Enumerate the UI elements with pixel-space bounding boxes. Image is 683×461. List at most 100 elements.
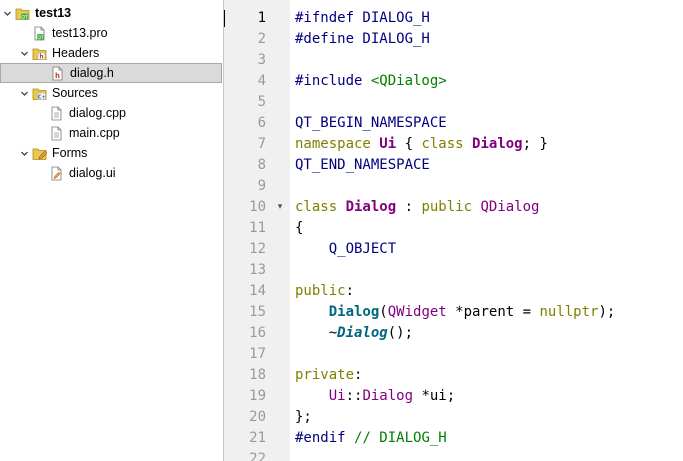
code-token: Dialog xyxy=(362,388,414,404)
text-cursor xyxy=(224,10,225,27)
code-token: #endif xyxy=(295,430,355,446)
code-token: // DIALOG_H xyxy=(354,430,447,446)
tree-folder-row[interactable]: Forms xyxy=(0,143,222,163)
code-line[interactable]: ~Dialog(); xyxy=(295,323,413,344)
code-token: (); xyxy=(387,325,414,341)
code-line[interactable]: }; xyxy=(295,407,312,428)
expand-arrow-icon[interactable] xyxy=(19,48,29,58)
code-line[interactable]: #include <QDialog> xyxy=(295,71,447,92)
tree-item-label: test13 xyxy=(35,6,72,20)
line-number: 2 xyxy=(257,31,266,47)
code-line[interactable]: { xyxy=(295,218,303,239)
header-file-icon: h xyxy=(50,66,65,81)
ui-file-icon xyxy=(49,166,64,181)
code-line[interactable]: #endif // DIALOG_H xyxy=(295,428,447,449)
code-token: }; xyxy=(295,409,312,425)
line-number: 6 xyxy=(257,115,266,131)
tree-folder-row[interactable]: QT test13 xyxy=(0,3,222,23)
line-number: 5 xyxy=(257,94,266,110)
code-token: QWidget xyxy=(387,304,447,320)
svg-text:QT: QT xyxy=(37,34,44,40)
line-number: 20 xyxy=(249,409,266,425)
svg-text:C+: C+ xyxy=(38,94,46,100)
qt-project-icon: QT xyxy=(15,6,30,21)
svg-text:h: h xyxy=(55,72,60,80)
code-token: ); xyxy=(598,304,616,320)
sources-folder-icon: C+ xyxy=(32,86,47,101)
line-number: 13 xyxy=(249,262,266,278)
tree-folder-row[interactable]: h Headers xyxy=(0,43,222,63)
code-text-area[interactable]: #ifndef DIALOG_H #define DIALOG_H #include… xyxy=(290,0,683,461)
tree-item-label: Sources xyxy=(52,86,98,100)
tree-folder-row[interactable]: C+ Sources xyxy=(0,83,222,103)
project-tree[interactable]: QT test13 QT test13.pro h Headers h dialog.h C+ S… xyxy=(0,0,224,461)
expand-arrow-icon[interactable] xyxy=(2,8,12,18)
code-token: Dialog xyxy=(328,304,380,320)
code-token: public xyxy=(421,199,481,215)
line-number: 17 xyxy=(249,346,266,362)
line-number-gutter: 1 2 3 4 5 6 7 8 9 10 ▾ 11 12 13 14 15 16 17 18 19 20 21 22 xyxy=(224,0,290,461)
code-token: Q_OBJECT xyxy=(328,241,397,257)
line-number: 11 xyxy=(249,220,266,236)
headers-folder-icon: h xyxy=(32,46,47,61)
line-number: 12 xyxy=(249,241,266,257)
source-file-icon xyxy=(49,106,64,121)
code-token: QT_BEGIN_NAMESPACE xyxy=(295,115,447,131)
fold-marker-icon[interactable]: ▾ xyxy=(275,197,285,218)
code-token: { xyxy=(295,220,304,236)
tree-file-row[interactable]: dialog.cpp xyxy=(0,103,222,123)
code-token: ( xyxy=(379,304,388,320)
code-line[interactable]: Ui::Dialog *ui; xyxy=(295,386,455,407)
code-editor[interactable]: 1 2 3 4 5 6 7 8 9 10 ▾ 11 12 13 14 15 16 17 18 19 20 21 22 #if… xyxy=(224,0,683,461)
expand-arrow-icon[interactable] xyxy=(19,148,29,158)
code-line[interactable]: class Dialog : public QDialog xyxy=(295,197,539,218)
code-line[interactable]: namespace Ui { class Dialog; } xyxy=(295,134,548,155)
line-number: 10 xyxy=(249,199,266,215)
line-number: 15 xyxy=(249,304,266,320)
code-token: QT_END_NAMESPACE xyxy=(295,157,430,173)
tree-item-label: main.cpp xyxy=(69,126,120,140)
tree-item-label: dialog.cpp xyxy=(69,106,126,120)
code-token: ~ xyxy=(295,325,338,341)
line-number: 19 xyxy=(249,388,266,404)
code-token: QDialog xyxy=(480,199,540,215)
svg-text:h: h xyxy=(39,53,43,60)
code-line[interactable]: private: xyxy=(295,365,362,386)
line-number: 14 xyxy=(249,283,266,299)
code-line[interactable]: public: xyxy=(295,281,354,302)
line-number: 18 xyxy=(249,367,266,383)
expand-arrow-icon[interactable] xyxy=(19,88,29,98)
code-token: Dialog xyxy=(337,325,388,341)
code-line[interactable]: Q_OBJECT xyxy=(295,239,396,260)
tree-file-row[interactable]: h dialog.h xyxy=(0,63,222,83)
code-line[interactable]: QT_END_NAMESPACE xyxy=(295,155,430,176)
code-token: class xyxy=(295,199,346,215)
tree-file-row[interactable]: dialog.ui xyxy=(0,163,222,183)
code-token: Dialog xyxy=(345,199,397,215)
code-line[interactable]: #ifndef DIALOG_H xyxy=(295,8,430,29)
code-token: : xyxy=(345,283,355,299)
line-number: 16 xyxy=(249,325,266,341)
code-token: Ui xyxy=(379,136,397,152)
code-token: class xyxy=(421,136,473,152)
code-line[interactable]: #define DIALOG_H xyxy=(295,29,430,50)
code-token: private xyxy=(295,367,355,383)
tree-item-label: test13.pro xyxy=(52,26,108,40)
tree-file-row[interactable]: QT test13.pro xyxy=(0,23,222,43)
code-token: *parent = xyxy=(446,304,540,320)
line-number: 9 xyxy=(257,178,266,194)
code-token: #ifndef DIALOG_H xyxy=(295,10,430,26)
code-token: Ui xyxy=(328,388,346,404)
code-token: :: xyxy=(345,388,363,404)
tree-file-row[interactable]: main.cpp xyxy=(0,123,222,143)
line-number: 7 xyxy=(257,136,266,152)
line-number: 4 xyxy=(257,73,266,89)
code-line[interactable]: Dialog(QWidget *parent = nullptr); xyxy=(295,302,616,323)
line-number: 21 xyxy=(249,430,266,446)
tree-item-label: dialog.h xyxy=(70,66,114,80)
code-line[interactable]: QT_BEGIN_NAMESPACE xyxy=(295,113,447,134)
